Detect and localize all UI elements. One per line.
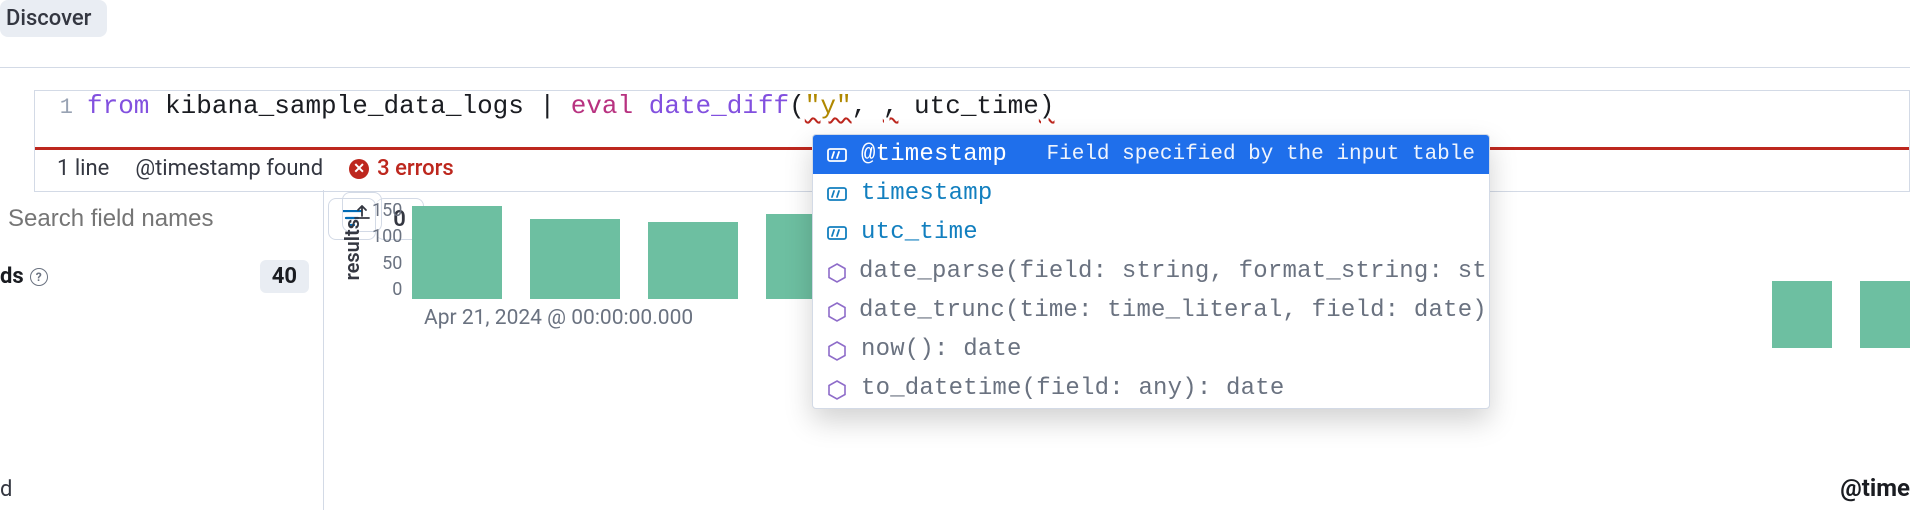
help-icon[interactable]: ? <box>30 268 48 286</box>
ytick: 100 <box>372 226 402 247</box>
arg-1: "y" <box>805 91 852 121</box>
fn-name: date_diff <box>649 91 789 121</box>
function-icon <box>827 380 849 398</box>
suggest-label: date_trunc(time: time_literal, field: da… <box>859 297 1489 324</box>
bar <box>530 219 620 299</box>
suggest-label: to_datetime(field: any): date <box>861 375 1284 402</box>
arg-3: utc_time <box>898 91 1038 121</box>
top-bar: Discover <box>0 0 1910 68</box>
field-icon <box>827 224 849 242</box>
suggest-label: now(): date <box>861 336 1022 363</box>
suggest-item[interactable]: to_datetime(field: any): date <box>813 369 1489 408</box>
chart-ylabel: results <box>340 219 364 280</box>
paren-close: ) <box>1039 91 1055 121</box>
field-search-row: 0 <box>0 198 323 254</box>
suggest-label: utc_time <box>861 219 978 246</box>
bars-right-overflow <box>1772 248 1910 348</box>
breadcrumb-current[interactable]: Discover <box>0 0 107 37</box>
sep-1: , <box>852 91 868 121</box>
function-icon <box>827 263 847 281</box>
fields-sidebar: 0 ds ? 40 d <box>0 190 324 510</box>
ytick: 150 <box>372 200 402 221</box>
bar <box>648 222 738 299</box>
field-search-input[interactable] <box>0 203 318 235</box>
suggest-item[interactable]: utc_time <box>813 213 1489 252</box>
arg-gap <box>867 91 883 121</box>
keyword-eval: eval <box>571 91 633 121</box>
paren-open: ( <box>789 91 805 121</box>
line-number: 1 <box>35 95 87 120</box>
time-field-label: @time <box>1840 474 1910 502</box>
pipe-operator: | <box>524 91 571 121</box>
field-icon <box>827 146 849 164</box>
status-lines: 1 line <box>57 156 109 181</box>
suggest-description: Field specified by the input table <box>1047 143 1475 166</box>
field-icon <box>827 185 849 203</box>
sep-2: , <box>883 91 899 121</box>
suggest-item[interactable]: date_trunc(time: time_literal, field: da… <box>813 291 1489 330</box>
suggest-label: timestamp <box>861 180 992 207</box>
fields-count-badge: 40 <box>260 260 309 293</box>
table-name: kibana_sample_data_logs <box>165 91 524 121</box>
breadcrumb-label: Discover <box>6 6 91 31</box>
bar <box>1772 281 1832 348</box>
autocomplete-popover[interactable]: @timestamp Field specified by the input … <box>812 134 1490 409</box>
suggest-label: @timestamp <box>861 141 1007 168</box>
keyword-from: from <box>87 91 149 121</box>
y-axis: 150 100 50 0 <box>372 200 402 300</box>
cutoff-text: d <box>0 477 12 502</box>
function-icon <box>827 302 847 320</box>
ytick: 50 <box>382 253 402 274</box>
suggest-item[interactable]: now(): date <box>813 330 1489 369</box>
available-fields-label: ds ? <box>0 264 48 289</box>
suggest-label: date_parse(field: string, format_string:… <box>859 258 1489 285</box>
code-text[interactable]: from kibana_sample_data_logs | eval date… <box>87 91 1054 121</box>
histogram-chart: results 150 100 50 0 <box>340 200 856 300</box>
status-timestamp-found: @timestamp found <box>135 156 323 181</box>
available-fields-row[interactable]: ds ? 40 <box>0 254 323 295</box>
error-icon: ✕ <box>349 159 369 179</box>
suggest-item[interactable]: timestamp <box>813 174 1489 213</box>
ytick: 0 <box>392 279 402 300</box>
bar <box>412 206 502 299</box>
bar <box>1860 281 1910 348</box>
suggest-item[interactable]: date_parse(field: string, format_string:… <box>813 252 1489 291</box>
error-count[interactable]: ✕ 3 errors <box>349 156 454 181</box>
suggest-item-selected[interactable]: @timestamp Field specified by the input … <box>813 135 1489 174</box>
chart-xlabel: Apr 21, 2024 @ 00:00:00.000 <box>424 306 693 330</box>
bars <box>412 200 856 300</box>
function-icon <box>827 341 849 359</box>
error-label: 3 errors <box>377 156 454 181</box>
